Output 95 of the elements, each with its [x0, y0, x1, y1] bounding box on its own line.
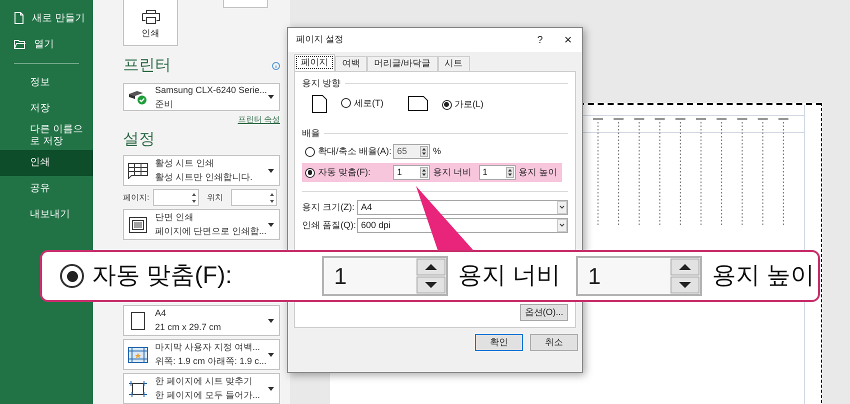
sidebar-item[interactable]: 열기 — [0, 31, 93, 57]
option-description: 한 페이지에 모두 들어가... — [155, 390, 262, 401]
option-description: 페이지에 단면으로 인쇄합... — [155, 226, 268, 238]
printer-ready-icon — [128, 89, 148, 106]
dialog-tab[interactable]: 시트 — [438, 56, 470, 71]
chevron-icon — [557, 219, 567, 232]
settings-dropdown[interactable]: 단면 인쇄 페이지에 단면으로 인쇄합... — [123, 209, 280, 240]
info-icon[interactable] — [272, 62, 280, 70]
printer-status: 준비 — [155, 98, 174, 110]
page-number-field[interactable] — [153, 189, 200, 206]
dialog-tab[interactable]: 페이지 — [294, 54, 335, 71]
folder-icon — [14, 39, 26, 49]
to-label: 위치 — [207, 192, 224, 204]
caret-icon — [268, 318, 274, 322]
height-label: 용지 높이 — [518, 166, 558, 179]
dialog-button[interactable]: 취소 — [530, 334, 578, 351]
pages-label: 페이지: — [123, 192, 150, 204]
radio-label: 자동 맞춤(F): — [318, 166, 372, 179]
caret-icon — [268, 352, 274, 356]
printer-heading: 프린터 — [123, 56, 171, 76]
dialog-button[interactable]: 확인 — [475, 334, 523, 351]
option-title: 단면 인쇄 — [155, 212, 195, 224]
field-label: 인쇄 품질(Q): — [302, 218, 357, 232]
radio-button[interactable] — [305, 168, 315, 178]
sidebar-item[interactable]: 다른 이름으로 저장 — [0, 122, 93, 150]
sheet-grid-icon — [128, 162, 148, 179]
options-button[interactable]: 옵션(O)... — [520, 304, 568, 321]
dropdown-field[interactable]: A4 — [357, 200, 568, 215]
height-label: 용지 높이 — [712, 261, 815, 291]
unit-label: % — [433, 144, 442, 158]
spin-field: 1 — [322, 256, 448, 296]
option-description: 위쪽: 1.9 cm 아래쪽: 1.9 c... — [155, 356, 268, 367]
document-icon — [14, 12, 24, 24]
group-heading: 용지 방향 — [302, 77, 341, 90]
spin-arrows-icon — [670, 258, 700, 294]
option-title: 한 페이지에 시트 맞추기 — [155, 376, 254, 387]
option-title: A4 — [155, 308, 168, 319]
field-label: 용지 크기(Z): — [302, 200, 356, 214]
radio-button[interactable] — [442, 100, 452, 110]
radio-label: 확대/축소 배율(A): — [318, 144, 390, 158]
spin-arrows-icon — [416, 258, 446, 294]
caret-icon — [268, 95, 274, 100]
width-label: 용지 너비 — [458, 261, 562, 291]
spin-arrows-icon — [192, 193, 196, 204]
callout-label: 자동 맞춤(F): — [92, 261, 233, 291]
option-title: 마지막 사용자 지정 여백... — [155, 342, 262, 353]
sidebar-item[interactable]: 정보 — [0, 70, 93, 96]
settings-dropdown[interactable]: A4 21 cm x 29.7 cm — [123, 305, 280, 336]
caret-icon — [268, 168, 274, 173]
sidebar-item[interactable]: 공유 — [0, 176, 93, 202]
dropdown-field[interactable]: 600 dpi — [357, 218, 568, 233]
option-description: 활성 시트만 인쇄합니다. — [155, 172, 254, 184]
printer-dropdown[interactable]: Samsung CLX-6240 Serie... 준비 — [123, 83, 280, 112]
dialog-title: 페이지 설정 — [296, 33, 345, 46]
spin-arrows-icon — [270, 193, 274, 204]
spin-field[interactable]: 1 — [478, 165, 516, 180]
pointer-arrow — [416, 186, 474, 251]
help-button[interactable]: ? — [526, 32, 554, 48]
radio-button[interactable] — [341, 98, 351, 108]
radio-label: 가로(L) — [454, 98, 484, 111]
fit-page-icon — [128, 380, 148, 398]
sidebar-item[interactable]: 인쇄 — [0, 150, 93, 176]
radio-button[interactable] — [60, 264, 84, 288]
printer-properties-link[interactable]: 프린터 속성 — [238, 114, 280, 126]
dialog-tab[interactable]: 여백 — [335, 56, 367, 71]
page-lines-icon — [129, 216, 147, 233]
sidebar-item[interactable]: 저장 — [0, 96, 93, 122]
print-button[interactable]: 인쇄 — [123, 0, 178, 46]
spin-field: 1 — [576, 256, 702, 296]
spin-arrows-icon — [420, 167, 428, 178]
chevron-icon — [557, 201, 567, 214]
printer-icon — [142, 10, 160, 24]
option-title: 활성 시트 인쇄 — [155, 158, 216, 170]
page-number-field[interactable] — [231, 189, 278, 206]
copies-field[interactable] — [223, 0, 268, 8]
settings-dropdown[interactable]: 한 페이지에 시트 맞추기 한 페이지에 모두 들어가... — [123, 373, 280, 404]
spin-field[interactable]: 1 — [393, 165, 430, 180]
printer-name: Samsung CLX-6240 Serie... — [155, 84, 268, 96]
settings-dropdown[interactable]: 마지막 사용자 지정 여백... 위쪽: 1.9 cm 아래쪽: 1.9 c... — [123, 339, 280, 370]
portrait-page-icon — [131, 312, 145, 330]
spin-arrows-icon — [506, 167, 514, 178]
group-heading: 배율 — [302, 126, 320, 140]
caret-icon — [268, 222, 274, 227]
spin-arrows-icon — [420, 146, 428, 157]
margins-icon — [128, 346, 148, 362]
dialog-tab[interactable]: 머리글/바닥글 — [367, 56, 438, 71]
caret-icon — [268, 386, 274, 390]
width-label: 용지 너비 — [433, 166, 472, 179]
settings-dropdown[interactable]: 활성 시트 인쇄 활성 시트만 인쇄합니다. — [123, 155, 280, 186]
close-button[interactable]: × — [554, 30, 582, 50]
sidebar-item[interactable]: 내보내기 — [0, 202, 93, 228]
radio-label: 세로(T) — [354, 96, 384, 110]
sidebar-item[interactable]: 새로 만들기 — [0, 5, 93, 31]
option-description: 21 cm x 29.7 cm — [155, 322, 222, 333]
settings-heading: 설정 — [123, 130, 156, 150]
